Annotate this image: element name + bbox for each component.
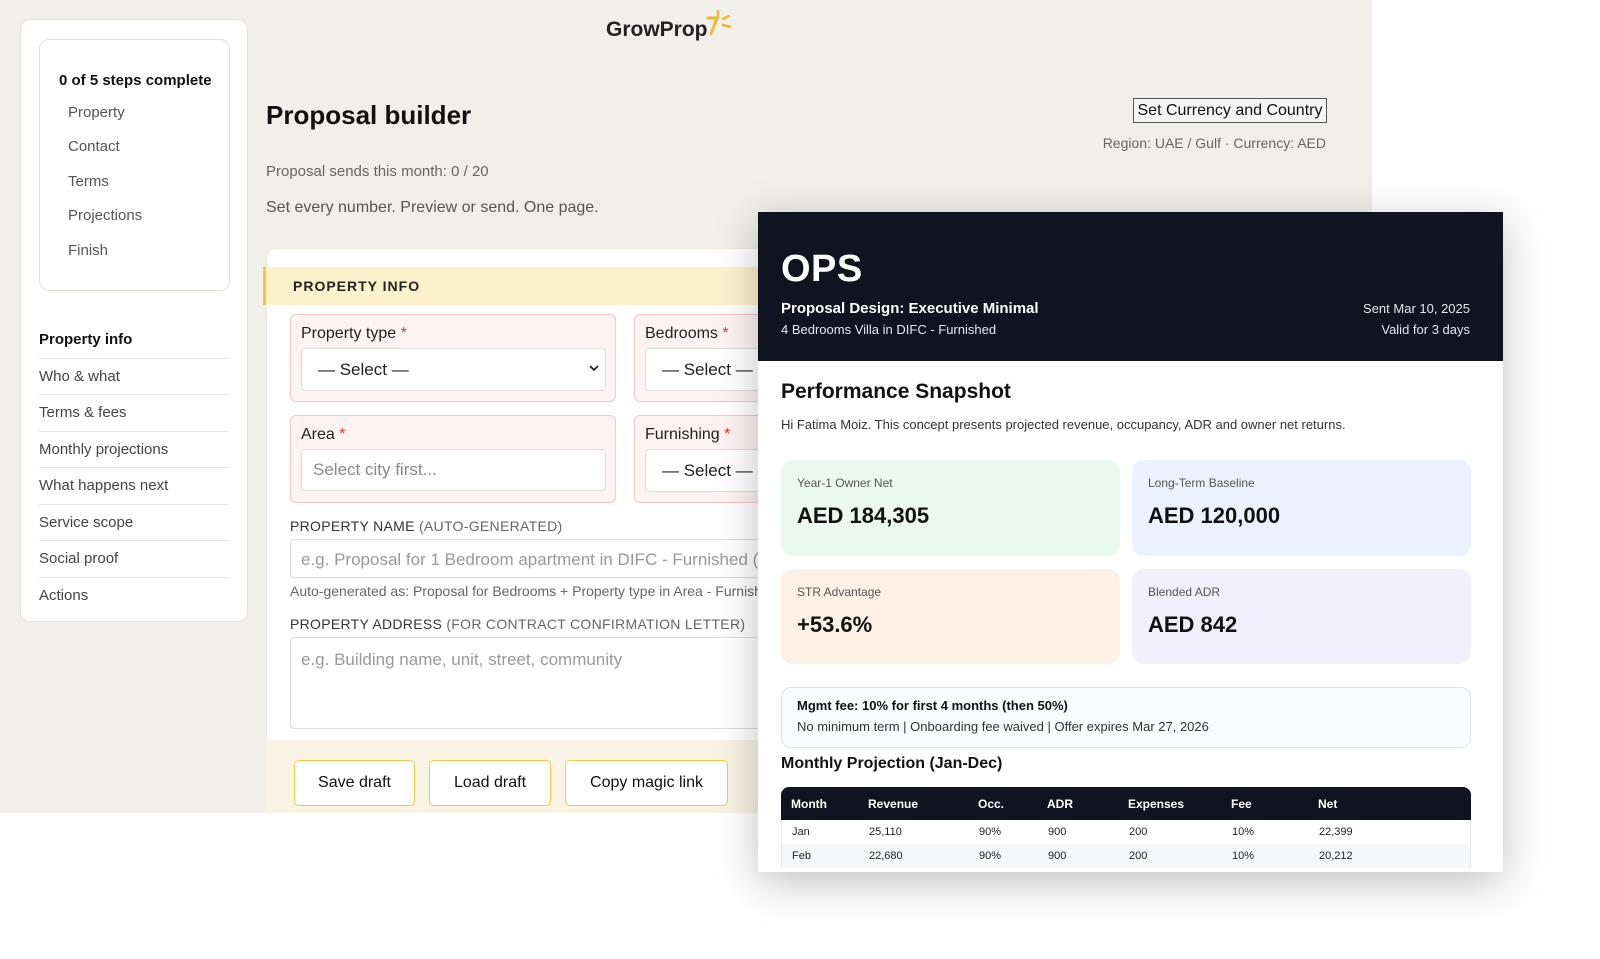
step-finish[interactable]: Finish: [68, 242, 108, 259]
table-cell: 90%: [979, 826, 1002, 838]
property-type-select[interactable]: — Select —: [301, 348, 606, 391]
preview-intro: Hi Fatima Moiz. This concept presents pr…: [781, 417, 1346, 432]
table-cell: Feb: [792, 850, 811, 862]
preview-validity: Valid for 3 days: [1381, 322, 1470, 337]
kpi-value: AED 842: [1148, 612, 1238, 637]
page-tagline: Set every number. Preview or send. One p…: [266, 199, 599, 216]
area-label: Area *: [301, 426, 346, 443]
nav-actions[interactable]: Actions: [39, 578, 229, 615]
page-title: Proposal builder: [266, 100, 472, 130]
copy-magic-link-button[interactable]: Copy magic link: [565, 760, 728, 806]
step-contact[interactable]: Contact: [68, 138, 120, 155]
form-section-header: PROPERTY INFO: [263, 267, 793, 305]
column-header: Revenue: [868, 797, 919, 811]
table-cell: 200: [1129, 850, 1148, 862]
brand-logo-text: GrowProp: [606, 18, 708, 41]
nav-property-info[interactable]: Property info: [39, 322, 229, 359]
table-row: Jan 25,110 90% 900 200 10% 22,399: [781, 820, 1471, 844]
sidebar: 0 of 5 steps complete Property Contact T…: [20, 19, 248, 622]
table-row: Feb 22,680 90% 900 200 10% 20,212: [781, 844, 1471, 868]
preview-brand: OPS: [781, 248, 863, 290]
kpi-card: Blended ADR AED 842: [1132, 569, 1471, 664]
monthly-sends-counter: Proposal sends this month: 0 / 20: [266, 163, 489, 180]
property-type-label: Property type *: [301, 325, 407, 342]
kpi-label: Year-1 Owner Net: [797, 476, 893, 490]
property-address-label: PROPERTY ADDRESS (FOR CONTRACT CONFIRMAT…: [290, 616, 746, 632]
property-name-helper: Auto-generated as: Proposal for Bedrooms…: [290, 583, 760, 599]
kpi-label: STR Advantage: [797, 585, 882, 599]
table-cell: 25,110: [869, 826, 902, 838]
save-draft-button[interactable]: Save draft: [294, 760, 415, 806]
column-header: Expenses: [1128, 797, 1185, 811]
preview-header: OPS Proposal Design: Executive Minimal 4…: [758, 212, 1503, 361]
proposal-preview: OPS Proposal Design: Executive Minimal 4…: [758, 212, 1503, 872]
preview-design-name: Proposal Design: Executive Minimal: [781, 300, 1039, 317]
sparkle-logo-icon: [706, 9, 732, 36]
column-header: Occ.: [978, 797, 1005, 811]
set-currency-button[interactable]: Set Currency and Country: [1133, 98, 1327, 123]
kpi-value: +53.6%: [797, 612, 873, 637]
kpi-card: STR Advantage +53.6%: [781, 569, 1120, 664]
region-currency-label: Region: UAE / Gulf · Currency: AED: [1102, 135, 1326, 151]
chevron-down-icon: [589, 365, 599, 372]
projection-table: Month Revenue Occ. ADR Expenses Fee Net …: [781, 787, 1471, 868]
kpi-label: Blended ADR: [1148, 585, 1221, 599]
property-type-field: Property type * — Select —: [290, 314, 616, 402]
table-cell: 10%: [1232, 850, 1255, 862]
kpi-value: AED 120,000: [1148, 503, 1281, 528]
preview-title: Performance Snapshot: [781, 380, 1011, 403]
nav-what-happens-next[interactable]: What happens next: [39, 468, 229, 505]
table-cell: 10%: [1232, 826, 1255, 838]
table-cell: 200: [1129, 826, 1148, 838]
table-cell: Jan: [792, 826, 810, 838]
bedrooms-label: Bedrooms *: [645, 325, 729, 342]
kpi-card: Long-Term Baseline AED 120,000: [1132, 460, 1471, 556]
steps-progress-title: 0 of 5 steps complete: [59, 72, 212, 89]
area-input[interactable]: Select city first...: [301, 449, 606, 491]
step-projections[interactable]: Projections: [68, 207, 142, 224]
furnishing-label: Furnishing *: [645, 426, 731, 443]
section-nav: Property info Who & what Terms & fees Mo…: [39, 322, 229, 614]
nav-social-proof[interactable]: Social proof: [39, 541, 229, 578]
preview-sent-date: Sent Mar 10, 2025: [1363, 301, 1470, 316]
nav-terms-and-fees[interactable]: Terms & fees: [39, 395, 229, 432]
table-cell: 900: [1048, 850, 1067, 862]
table-cell: 900: [1048, 826, 1067, 838]
nav-service-scope[interactable]: Service scope: [39, 505, 229, 541]
table-header: Month Revenue Occ. ADR Expenses Fee Net: [781, 787, 1471, 820]
table-cell: 20,212: [1319, 850, 1353, 862]
kpi-value: AED 184,305: [797, 503, 930, 528]
table-cell: 22,399: [1319, 826, 1353, 838]
property-name-input[interactable]: e.g. Proposal for 1 Bedroom apartment in…: [290, 539, 790, 578]
property-address-textarea[interactable]: e.g. Building name, unit, street, commun…: [290, 637, 790, 729]
kpi-card: Year-1 Owner Net AED 184,305: [781, 460, 1120, 556]
step-terms[interactable]: Terms: [68, 173, 109, 190]
kpi-label: Long-Term Baseline: [1148, 476, 1255, 490]
column-header: Month: [791, 797, 827, 811]
step-property[interactable]: Property: [68, 104, 125, 121]
nav-who-and-what[interactable]: Who & what: [39, 359, 229, 395]
load-draft-button[interactable]: Load draft: [429, 760, 551, 806]
mgmt-fee-title: Mgmt fee: 10% for first 4 months (then 5…: [797, 698, 1068, 713]
preview-property-subtitle: 4 Bedrooms Villa in DIFC - Furnished: [781, 322, 997, 337]
form-section-title: PROPERTY INFO: [293, 278, 421, 294]
column-header: Net: [1318, 797, 1338, 811]
projection-title: Monthly Projection (Jan-Dec): [781, 755, 1003, 772]
property-name-label: PROPERTY NAME (AUTO-GENERATED): [290, 518, 563, 534]
fee-terms-line: No minimum term | Onboarding fee waived …: [797, 719, 1209, 734]
table-cell: 90%: [979, 850, 1002, 862]
nav-monthly-projections[interactable]: Monthly projections: [39, 432, 229, 468]
table-cell: 22,680: [869, 850, 903, 862]
area-field: Area * Select city first...: [290, 415, 616, 503]
column-header: Fee: [1231, 797, 1252, 811]
column-header: ADR: [1047, 797, 1073, 811]
fee-terms-box: Mgmt fee: 10% for first 4 months (then 5…: [781, 687, 1471, 748]
